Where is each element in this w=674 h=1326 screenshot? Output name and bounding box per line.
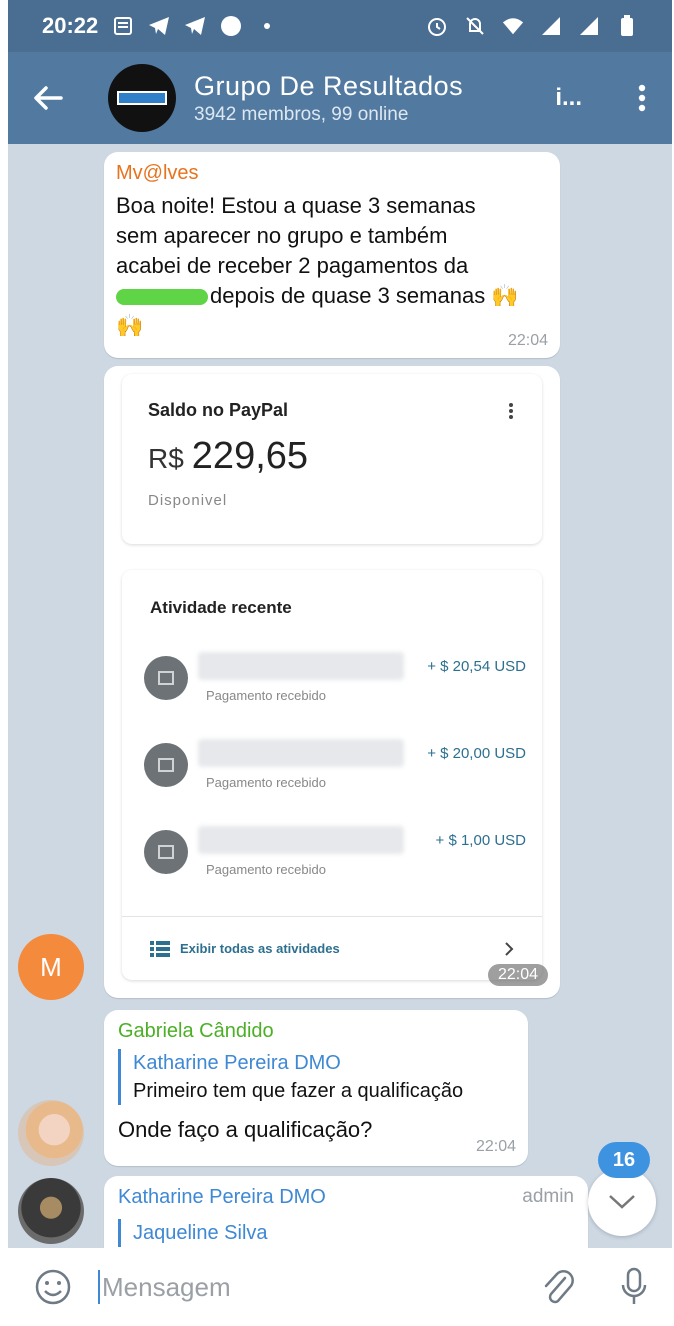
message-time: 22:04 — [475, 1138, 516, 1155]
message-list[interactable]: Mv@lves Boa noite! Estou a quase 3 seman… — [8, 144, 672, 1276]
message-text: Boa noite! Estou a quase 3 semanas sem a… — [116, 193, 519, 338]
more-menu-button[interactable] — [622, 52, 662, 144]
activity-desc: Pagamento recebido — [206, 862, 326, 877]
alarm-icon — [426, 15, 448, 37]
wifi-icon — [502, 15, 524, 37]
bank-icon — [144, 743, 188, 787]
scroll-down-button[interactable] — [588, 1168, 656, 1236]
message-bubble[interactable]: Gabriela Cândido Katharine Pereira DMO P… — [104, 1010, 528, 1166]
image-message[interactable]: Saldo no PayPal R$ 229,65 Disponivel Ativ… — [104, 366, 560, 998]
reply-preview[interactable]: Katharine Pereira DMO Primeiro tem que f… — [118, 1049, 514, 1105]
activity-value: + $ 1,00 USD — [435, 832, 526, 849]
paypal-balance-card: Saldo no PayPal R$ 229,65 Disponivel — [122, 374, 542, 544]
telegram-icon — [184, 15, 206, 37]
message-text: Onde faço a qualificação? — [118, 1117, 373, 1142]
arrow-left-icon — [34, 86, 63, 110]
group-avatar[interactable] — [108, 64, 176, 132]
telegram-chat-screen: 20:22 Grupo De Resultados 3942 membros, … — [8, 0, 672, 1326]
reply-author: Jaqueline Silva — [133, 1222, 268, 1244]
activity-desc: Pagamento recebido — [206, 775, 326, 790]
avatar[interactable] — [18, 1178, 84, 1244]
signal-icon — [540, 15, 562, 37]
redacted-mark — [116, 289, 208, 306]
emoji-button[interactable] — [8, 1248, 98, 1326]
activity-row: Pagamento recebido + $ 20,00 USD — [144, 735, 526, 795]
emoji-icon — [35, 1269, 71, 1305]
group-info[interactable]: Grupo De Resultados 3942 membros, 99 onl… — [194, 70, 555, 126]
signal-icon — [578, 15, 600, 37]
redacted-name — [198, 739, 404, 767]
group-subtitle: 3942 membros, 99 online — [194, 104, 409, 125]
paperclip-icon — [544, 1270, 574, 1304]
attach-button[interactable] — [520, 1248, 596, 1326]
reply-preview[interactable]: Jaqueline Silva — [118, 1219, 574, 1247]
back-button[interactable] — [8, 52, 88, 144]
message-sender: Gabriela Cândido — [118, 1020, 274, 1042]
message-sender: Katharine Pereira DMO — [118, 1186, 326, 1208]
balance-amount: R$ 229,65 — [148, 435, 309, 477]
message-input[interactable] — [98, 1270, 520, 1304]
kebab-menu-icon — [638, 84, 646, 112]
paypal-activity-card: Atividade recente Pagamento recebido + $… — [122, 570, 542, 980]
mute-icon — [464, 15, 486, 37]
redacted-name — [198, 826, 404, 854]
chevron-down-icon — [609, 1195, 635, 1209]
bank-icon — [144, 830, 188, 874]
header-extra: i... — [555, 84, 582, 111]
microphone-icon — [621, 1267, 647, 1304]
balance-title: Saldo no PayPal — [148, 400, 289, 420]
message-time: 22:04 — [507, 332, 548, 349]
input-bar — [8, 1248, 672, 1326]
avatar[interactable]: M — [18, 934, 84, 1000]
gallery-icon — [112, 15, 134, 37]
message-sender: Mv@lves — [116, 162, 199, 184]
avatar[interactable] — [18, 1100, 84, 1166]
admin-label: admin — [522, 1186, 574, 1207]
kebab-menu-icon — [509, 403, 513, 419]
message-bubble[interactable]: Mv@lves Boa noite! Estou a quase 3 seman… — [104, 152, 560, 358]
telegram-icon — [148, 15, 170, 37]
image-time: 22:04 — [487, 964, 548, 986]
activity-title: Atividade recente — [150, 598, 292, 617]
dot-icon — [256, 15, 278, 37]
activity-desc: Pagamento recebido — [206, 688, 326, 703]
unread-badge: 16 — [598, 1142, 650, 1178]
activity-value: + $ 20,00 USD — [427, 745, 526, 762]
chat-header: Grupo De Resultados 3942 membros, 99 onl… — [8, 52, 672, 144]
activity-value: + $ 20,54 USD — [427, 658, 526, 675]
view-all-activities: Exibir todas as atividades — [122, 916, 542, 980]
battery-icon — [616, 15, 638, 37]
list-icon — [150, 940, 170, 957]
reply-author: Katharine Pereira DMO — [133, 1052, 341, 1074]
activity-row: Pagamento recebido + $ 1,00 USD — [144, 822, 526, 882]
redacted-name — [198, 652, 404, 680]
bank-icon — [144, 656, 188, 700]
group-title: Grupo De Resultados — [194, 71, 464, 101]
balance-available: Disponivel — [148, 492, 228, 509]
circle-icon — [220, 15, 242, 37]
status-time: 20:22 — [42, 13, 99, 38]
status-bar: 20:22 — [8, 0, 672, 52]
microphone-button[interactable] — [596, 1248, 672, 1326]
activity-row: Pagamento recebido + $ 20,54 USD — [144, 648, 526, 708]
chevron-right-icon — [505, 941, 514, 956]
reply-text: Primeiro tem que fazer a qualificação — [133, 1080, 464, 1102]
